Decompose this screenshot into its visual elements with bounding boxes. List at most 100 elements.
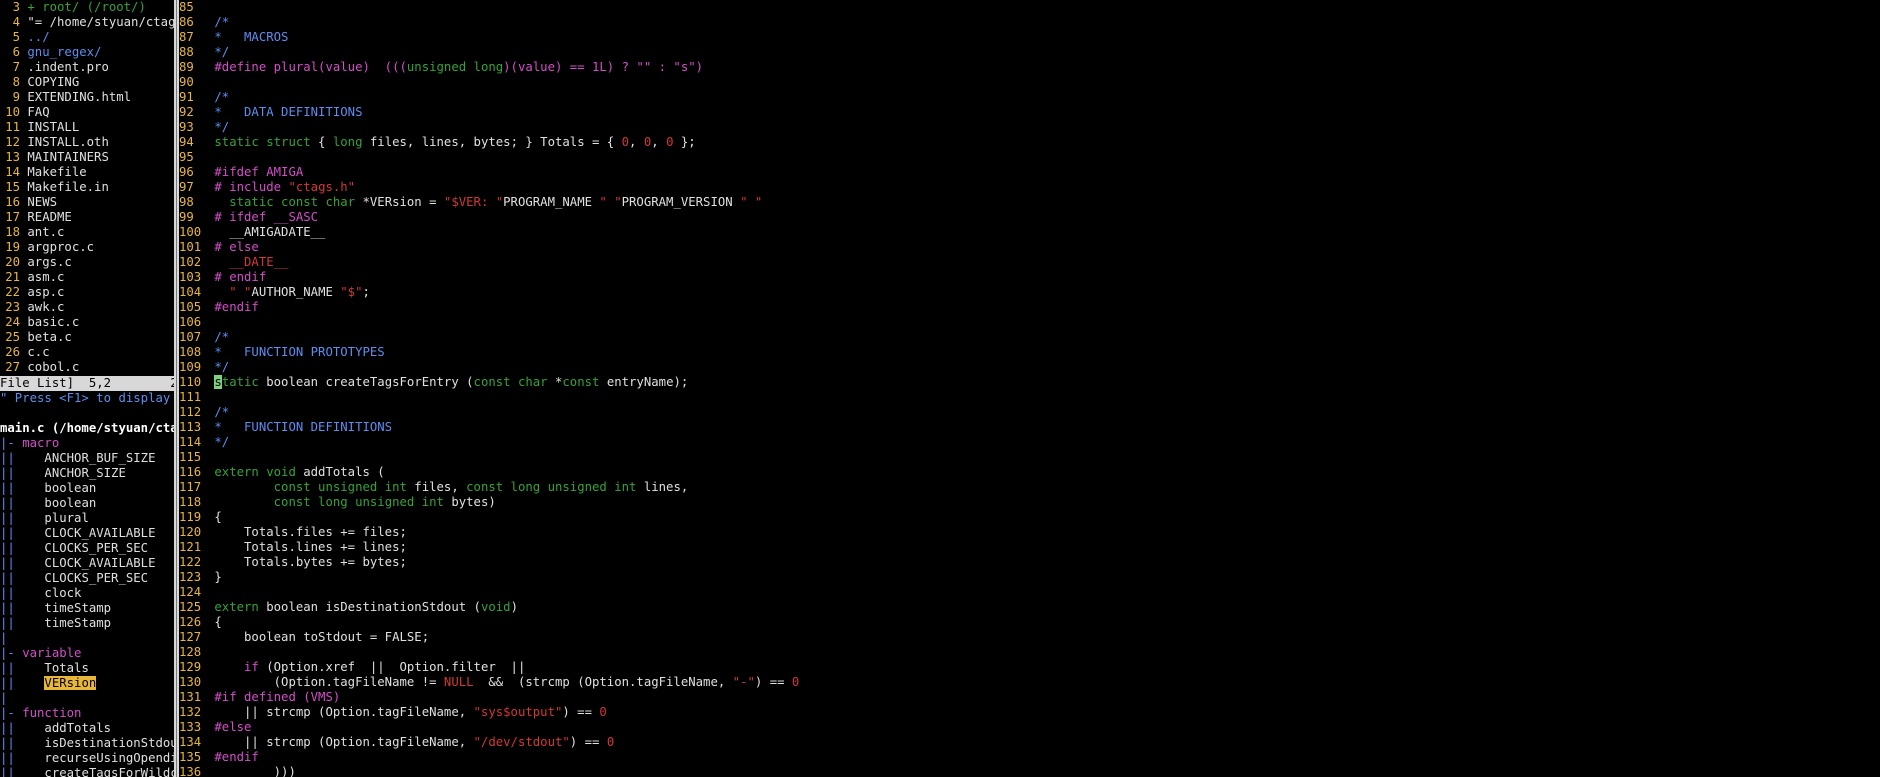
file-name[interactable]: gnu_regex/ <box>27 45 101 59</box>
code-line[interactable]: 110 static boolean createTagsForEntry (c… <box>179 375 1880 390</box>
file-name[interactable]: + root/ (/root/) <box>27 0 145 14</box>
file-name[interactable]: EXTENDING.html <box>27 90 131 104</box>
code-line[interactable]: 132 || strcmp (Option.tagFileName, "sys$… <box>179 705 1880 720</box>
code-line[interactable]: 107 /* <box>179 330 1880 345</box>
taglist-window[interactable]: " Press <F1> to display help main.c (/hom… <box>0 391 174 777</box>
file-name[interactable]: Makefile <box>27 165 86 179</box>
code-line[interactable]: 98 static const char *VERsion = "$VER: "… <box>179 195 1880 210</box>
code-line[interactable]: 113 * FUNCTION DEFINITIONS <box>179 420 1880 435</box>
taglist-row[interactable]: || CLOCK_AVAILABLE <box>0 556 174 571</box>
file-list-item[interactable]: 25 beta.c <box>0 330 174 345</box>
code-line[interactable]: 94 static struct { long files, lines, by… <box>179 135 1880 150</box>
taglist-row[interactable]: || addTotals <box>0 721 174 736</box>
code-line[interactable]: 120 Totals.files += files; <box>179 525 1880 540</box>
file-list-item[interactable]: 21 asm.c <box>0 270 174 285</box>
code-line[interactable]: 119 { <box>179 510 1880 525</box>
file-name[interactable]: INSTALL.oth <box>27 135 108 149</box>
taglist-row[interactable]: || boolean <box>0 481 174 496</box>
code-line[interactable]: 106 <box>179 315 1880 330</box>
code-line[interactable]: 125 extern boolean isDestinationStdout (… <box>179 600 1880 615</box>
code-line[interactable]: 85 <box>179 0 1880 15</box>
taglist-row[interactable]: |- function <box>0 706 174 721</box>
taglist-row[interactable]: " Press <F1> to display help <box>0 391 174 406</box>
file-name[interactable]: "= /home/styuan/ctags <box>27 15 174 29</box>
taglist-row[interactable]: || timeStamp <box>0 601 174 616</box>
taglist-row[interactable]: || ANCHOR_SIZE <box>0 466 174 481</box>
code-line[interactable]: 122 Totals.bytes += bytes; <box>179 555 1880 570</box>
code-line[interactable]: 131 #if defined (VMS) <box>179 690 1880 705</box>
code-line[interactable]: 101 # else <box>179 240 1880 255</box>
file-name[interactable]: asp.c <box>27 285 64 299</box>
file-name[interactable]: ant.c <box>27 225 64 239</box>
code-line[interactable]: 104 " "AUTHOR_NAME "$"; <box>179 285 1880 300</box>
code-line[interactable]: 111 <box>179 390 1880 405</box>
code-line[interactable]: 123 } <box>179 570 1880 585</box>
file-list-item[interactable]: 17 README <box>0 210 174 225</box>
code-line[interactable]: 103 # endif <box>179 270 1880 285</box>
file-list-item[interactable]: 6 gnu_regex/ <box>0 45 174 60</box>
code-line[interactable]: 92 * DATA DEFINITIONS <box>179 105 1880 120</box>
file-list-item[interactable]: 26 c.c <box>0 345 174 360</box>
code-line[interactable]: 130 (Option.tagFileName != NULL && (strc… <box>179 675 1880 690</box>
taglist-row[interactable] <box>0 406 174 421</box>
code-line[interactable]: 129 if (Option.xref || Option.filter || <box>179 660 1880 675</box>
code-line[interactable]: 115 <box>179 450 1880 465</box>
code-line[interactable]: 117 const unsigned int files, const long… <box>179 480 1880 495</box>
file-list-item[interactable]: 16 NEWS <box>0 195 174 210</box>
file-name[interactable]: Makefile.in <box>27 180 108 194</box>
taglist-row[interactable]: | <box>0 631 174 646</box>
code-line[interactable]: 93 */ <box>179 120 1880 135</box>
file-list-item[interactable]: 4 "= /home/styuan/ctags <box>0 15 174 30</box>
code-line[interactable]: 126 { <box>179 615 1880 630</box>
code-line[interactable]: 105 #endif <box>179 300 1880 315</box>
taglist-row[interactable]: |- macro <box>0 436 174 451</box>
taglist-row[interactable]: || createTagsForWildcard <box>0 766 174 777</box>
file-name[interactable]: README <box>27 210 71 224</box>
taglist-row[interactable]: || boolean <box>0 496 174 511</box>
code-line[interactable]: 88 */ <box>179 45 1880 60</box>
file-name[interactable]: asm.c <box>27 270 64 284</box>
taglist-row[interactable]: || recurseUsingOpendir <box>0 751 174 766</box>
code-line[interactable]: 97 # include "ctags.h" <box>179 180 1880 195</box>
file-list-item[interactable]: 18 ant.c <box>0 225 174 240</box>
code-line[interactable]: 127 boolean toStdout = FALSE; <box>179 630 1880 645</box>
file-list-item[interactable]: 24 basic.c <box>0 315 174 330</box>
code-line[interactable]: 99 # ifdef __SASC <box>179 210 1880 225</box>
file-list-item[interactable]: 13 MAINTAINERS <box>0 150 174 165</box>
file-list-item[interactable]: 8 COPYING <box>0 75 174 90</box>
code-line[interactable]: 91 /* <box>179 90 1880 105</box>
file-name[interactable]: argproc.c <box>27 240 94 254</box>
taglist-row[interactable]: |- variable <box>0 646 174 661</box>
taglist-row[interactable]: || CLOCKS_PER_SEC <box>0 541 174 556</box>
file-list-item[interactable]: 10 FAQ <box>0 105 174 120</box>
code-line[interactable]: 118 const long unsigned int bytes) <box>179 495 1880 510</box>
code-line[interactable]: 121 Totals.lines += lines; <box>179 540 1880 555</box>
file-name[interactable]: basic.c <box>27 315 79 329</box>
file-list-item[interactable]: 20 args.c <box>0 255 174 270</box>
file-explorer-window[interactable]: 3 + root/ (/root/) 4 "= /home/styuan/ctag… <box>0 0 174 376</box>
file-list-item[interactable]: 9 EXTENDING.html <box>0 90 174 105</box>
taglist-row[interactable]: || timeStamp <box>0 616 174 631</box>
code-line[interactable]: 114 */ <box>179 435 1880 450</box>
file-name[interactable]: args.c <box>27 255 71 269</box>
code-line[interactable]: 133 #else <box>179 720 1880 735</box>
taglist-row[interactable]: || Totals <box>0 661 174 676</box>
file-list-item[interactable]: 7 .indent.pro <box>0 60 174 75</box>
code-line[interactable]: 136 ))) <box>179 765 1880 777</box>
file-list-item[interactable]: 3 + root/ (/root/) <box>0 0 174 15</box>
file-list-item[interactable]: 19 argproc.c <box>0 240 174 255</box>
file-list-item[interactable]: 27 cobol.c <box>0 360 174 375</box>
file-name[interactable]: FAQ <box>27 105 49 119</box>
taglist-row[interactable]: || isDestinationStdout <box>0 736 174 751</box>
file-list-item[interactable]: 15 Makefile.in <box>0 180 174 195</box>
code-line[interactable]: 90 <box>179 75 1880 90</box>
file-name[interactable]: COPYING <box>27 75 79 89</box>
taglist-row[interactable]: || CLOCKS_PER_SEC <box>0 571 174 586</box>
code-line[interactable]: 135 #endif <box>179 750 1880 765</box>
file-name[interactable]: INSTALL <box>27 120 79 134</box>
code-line[interactable]: 102 __DATE__ <box>179 255 1880 270</box>
file-name[interactable]: .indent.pro <box>27 60 108 74</box>
taglist-row[interactable]: main.c (/home/styuan/ctags) <box>0 421 174 436</box>
code-line[interactable]: 100 __AMIGADATE__ <box>179 225 1880 240</box>
taglist-row[interactable]: || VERsion <box>0 676 174 691</box>
